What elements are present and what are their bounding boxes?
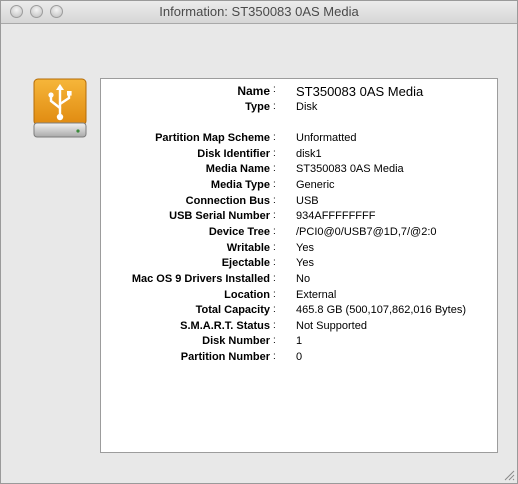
detail-row: Device Tree: /PCI0@0/USB7@1D,7/@2:0 xyxy=(101,226,497,242)
field-value: 934AFFFFFFFF xyxy=(296,210,376,222)
field-value: ST350083 0AS Media xyxy=(296,163,404,175)
title-bar[interactable]: Information: ST350083 0AS Media xyxy=(1,1,517,24)
field-label: Connection Bus xyxy=(185,195,270,207)
field-value: Yes xyxy=(296,242,314,254)
detail-row: Partition Number: 0 xyxy=(101,351,497,367)
field-separator: : xyxy=(273,335,276,346)
field-separator: : xyxy=(273,242,276,253)
field-value: 465.8 GB (500,107,862,016 Bytes) xyxy=(296,304,467,316)
detail-row: Ejectable: Yes xyxy=(101,257,497,273)
field-label: Partition Map Scheme xyxy=(155,132,270,144)
field-label: Type xyxy=(245,101,270,113)
field-separator: : xyxy=(273,320,276,331)
field-value: /PCI0@0/USB7@1D,7/@2:0 xyxy=(296,226,437,238)
detail-row: Media Name: ST350083 0AS Media xyxy=(101,163,497,179)
field-label: Name xyxy=(237,84,270,98)
field-label: Disk Identifier xyxy=(197,148,270,160)
detail-row: Disk Number: 1 xyxy=(101,335,497,351)
field-separator: : xyxy=(273,257,276,268)
resize-grip-icon[interactable] xyxy=(503,469,515,481)
field-label: Media Name xyxy=(205,163,270,175)
detail-row: Location: External xyxy=(101,289,497,305)
field-value: 0 xyxy=(296,351,303,363)
field-label: Total Capacity xyxy=(195,304,270,316)
field-value: ST350083 0AS Media xyxy=(296,84,424,99)
info-panel: Name: ST350083 0AS Media Type: Disk Partitio… xyxy=(100,78,498,453)
field-label: Mac OS 9 Drivers Installed xyxy=(131,273,270,285)
field-value: External xyxy=(296,289,337,301)
field-separator: : xyxy=(273,351,276,362)
field-value: Unformatted xyxy=(296,132,357,144)
field-separator: : xyxy=(273,132,276,143)
field-separator: : xyxy=(273,101,276,112)
field-label: Ejectable xyxy=(221,257,270,269)
field-separator: : xyxy=(273,163,276,174)
field-label: Writable xyxy=(226,242,270,254)
detail-row: Mac OS 9 Drivers Installed: No xyxy=(101,273,497,289)
field-value: disk1 xyxy=(296,148,322,160)
field-label: S.M.A.R.T. Status xyxy=(180,320,270,332)
field-separator: : xyxy=(273,84,276,95)
detail-row: Writable: Yes xyxy=(101,242,497,258)
usb-drive-icon xyxy=(33,78,87,138)
detail-row: Total Capacity: 465.8 GB (500,107,862,016… xyxy=(101,304,497,320)
field-separator: : xyxy=(273,289,276,300)
field-label: Media Type xyxy=(210,179,270,191)
detail-row: S.M.A.R.T. Status: Not Supported xyxy=(101,320,497,336)
field-separator: : xyxy=(273,195,276,206)
field-value: No xyxy=(296,273,311,285)
field-separator: : xyxy=(273,273,276,284)
field-separator: : xyxy=(273,210,276,221)
field-label: Disk Number xyxy=(202,335,270,347)
detail-row: USB Serial Number: 934AFFFFFFFF xyxy=(101,210,497,226)
field-label: Device Tree xyxy=(208,226,270,238)
detail-row: Connection Bus: USB xyxy=(101,195,497,211)
field-separator: : xyxy=(273,226,276,237)
field-value: Generic xyxy=(296,179,335,191)
name-row: Name: ST350083 0AS Media xyxy=(101,84,497,100)
field-separator: : xyxy=(273,179,276,190)
detail-row: Disk Identifier: disk1 xyxy=(101,148,497,164)
field-label: Partition Number xyxy=(180,351,270,363)
info-window: Information: ST350083 0AS Media Name: ST3… xyxy=(0,0,518,484)
field-label: USB Serial Number xyxy=(169,210,270,222)
detail-row: Partition Map Scheme: Unformatted xyxy=(101,132,497,148)
window-title: Information: ST350083 0AS Media xyxy=(159,4,359,19)
field-label: Location xyxy=(224,289,270,301)
field-value: Disk xyxy=(296,101,318,113)
field-separator: : xyxy=(273,148,276,159)
field-value: USB xyxy=(296,195,319,207)
detail-row: Media Type: Generic xyxy=(101,179,497,195)
field-value: 1 xyxy=(296,335,303,347)
type-row: Type: Disk xyxy=(101,101,497,117)
field-separator: : xyxy=(273,304,276,315)
field-value: Not Supported xyxy=(296,320,367,332)
field-value: Yes xyxy=(296,257,314,269)
